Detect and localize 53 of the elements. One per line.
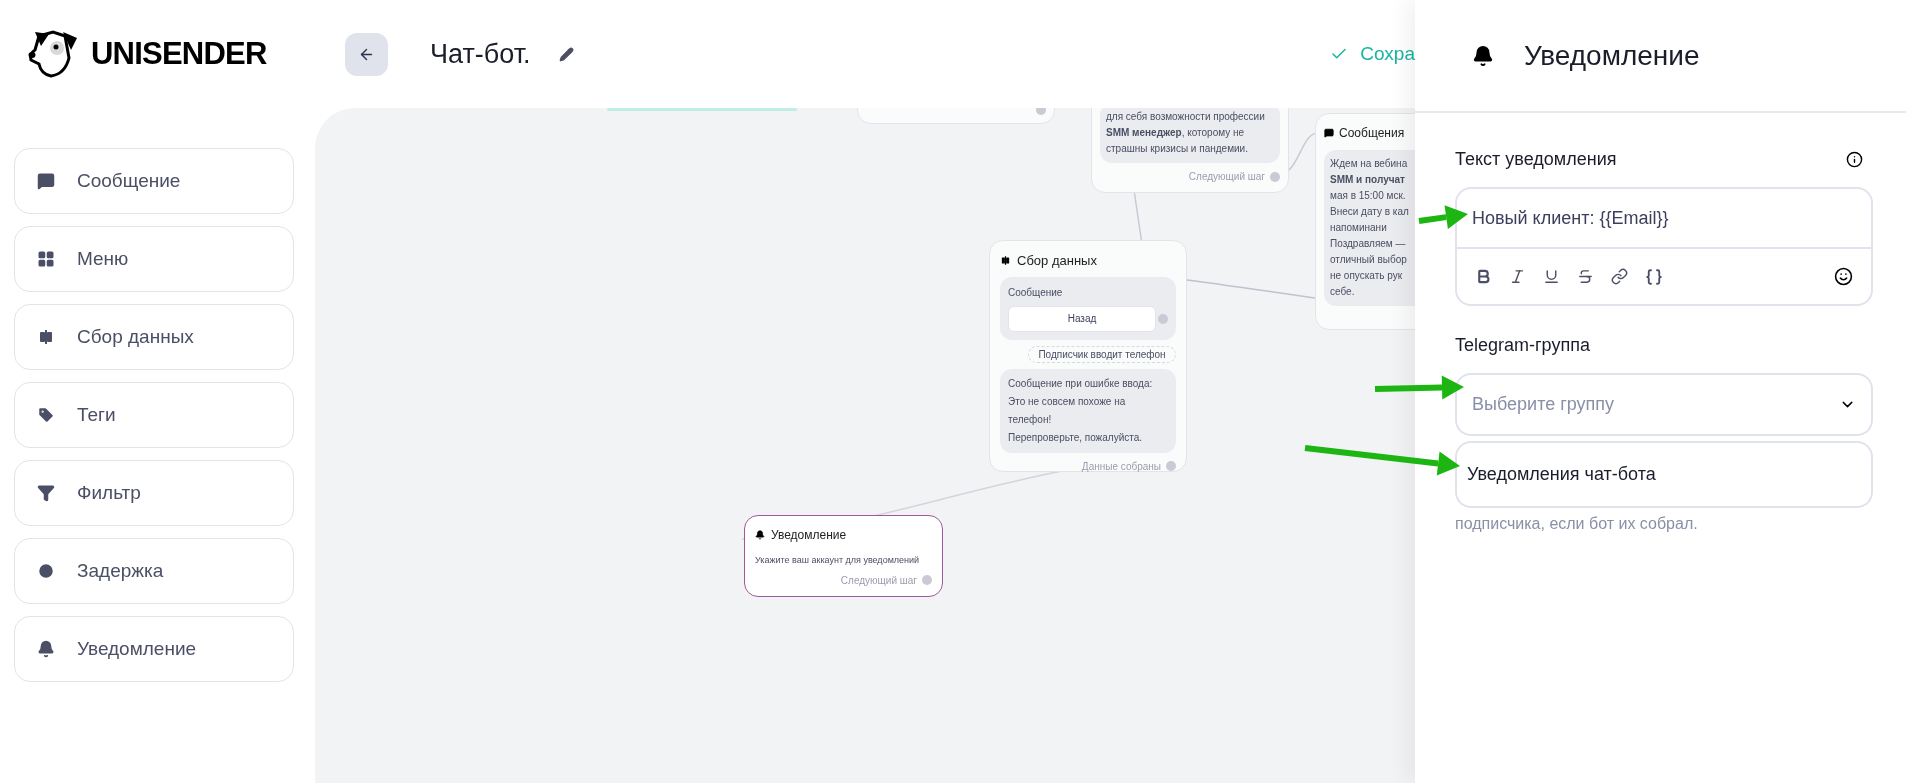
palette-item[interactable]: Задержка (14, 538, 294, 604)
reply-button[interactable]: Назад (1008, 305, 1156, 332)
chat-bubble-icon (1324, 128, 1334, 138)
palette-item[interactable]: Фильтр (14, 460, 294, 526)
info-icon[interactable] (1846, 151, 1863, 168)
filter-icon (37, 484, 55, 502)
node-output-label: Данные собраны (1081, 459, 1161, 474)
flow-node[interactable]: Сообщения Ждем на вебина SMM и получат мая в 15:00 мск. Внеси дату в кал напоминани Поздравляем — отличный выбор не опускать рук себе. (1315, 113, 1415, 330)
brand-name: UNISENDER (91, 34, 267, 73)
bold-icon[interactable] (1475, 268, 1492, 285)
palette-item[interactable]: Теги (14, 382, 294, 448)
field-hint: подписчика, если бот их собрал. (1455, 514, 1699, 534)
palette-item[interactable]: Сбор данных (14, 304, 294, 370)
node-title: Уведомление (771, 527, 847, 544)
error-message-text: Сообщение при ошибке ввода: Это не совсем похоже на телефон! Перепроверьте, пожалуйста. (1008, 376, 1154, 445)
message-text: Ждем на вебина SMM и получат мая в 15:00 мск. Внеси дату в кал напоминани Поздравляем — отличный выбор не опускать рук себе. (1330, 157, 1410, 299)
text-editor[interactable]: Новый клиент: {{Email}} (1455, 187, 1873, 306)
bell-icon (755, 530, 765, 540)
strikethrough-icon[interactable] (1577, 268, 1594, 285)
node-output-label: Следующий шаг (840, 573, 917, 588)
editor-text[interactable]: Новый клиент: {{Email}} (1472, 204, 1669, 232)
flow-node[interactable]: для себя возможности профессии SMM менеджер, которому не страшны кризисы и пандемии. Следующий шаг (1091, 108, 1289, 193)
field-label: Telegram-группа (1455, 334, 1591, 357)
emoji-icon[interactable] (1834, 267, 1853, 286)
node-title: Сообщения (1339, 125, 1405, 142)
palette-item[interactable]: Меню (14, 226, 294, 292)
link-icon[interactable] (1611, 268, 1628, 285)
message-text: для себя возможности профессии SMM менеджер, которому не страшны кризисы и пандемии. (1106, 110, 1266, 156)
form-icon (37, 328, 55, 346)
form-icon (1000, 255, 1011, 267)
annotation-arrow (1418, 205, 1468, 229)
palette-item[interactable]: Уведомление (14, 616, 294, 682)
bell-icon (37, 640, 55, 658)
italic-icon[interactable] (1509, 268, 1526, 285)
bell-icon (1472, 43, 1494, 68)
braces-icon[interactable] (1645, 267, 1663, 286)
edit-icon[interactable] (558, 46, 574, 62)
node-output-label: Следующий шаг (1188, 170, 1265, 184)
dropdown-option[interactable]: Уведомления чат-бота (1455, 441, 1873, 508)
field-label: Текст уведомления (1455, 148, 1617, 171)
tag-icon (37, 406, 55, 424)
panel-title: Уведомление (1524, 38, 1700, 73)
flow-node[interactable]: Сбор данных Сообщение Назад Подписчик вводит телефон Сообщение при ошибке ввода: Это не совсем похоже на телефон! Перепроверьте, пожалуйста. Данные собраны (989, 240, 1187, 472)
page-title: Чат-бот. (430, 37, 531, 71)
chat-bubble-icon (37, 172, 55, 190)
back-button[interactable] (345, 32, 388, 76)
node-title: Сбор данных (1017, 252, 1097, 270)
flow-node[interactable]: Уведомление Укажите ваш аккаунт для уведомлений Следующий шаг (744, 515, 943, 597)
palette-item[interactable]: Сообщение (14, 148, 294, 214)
bubble-label: Сообщение (1008, 285, 1064, 300)
node-description: Укажите ваш аккаунт для уведомлений (755, 554, 921, 567)
grid-icon (37, 250, 55, 268)
underline-icon[interactable] (1543, 268, 1560, 285)
